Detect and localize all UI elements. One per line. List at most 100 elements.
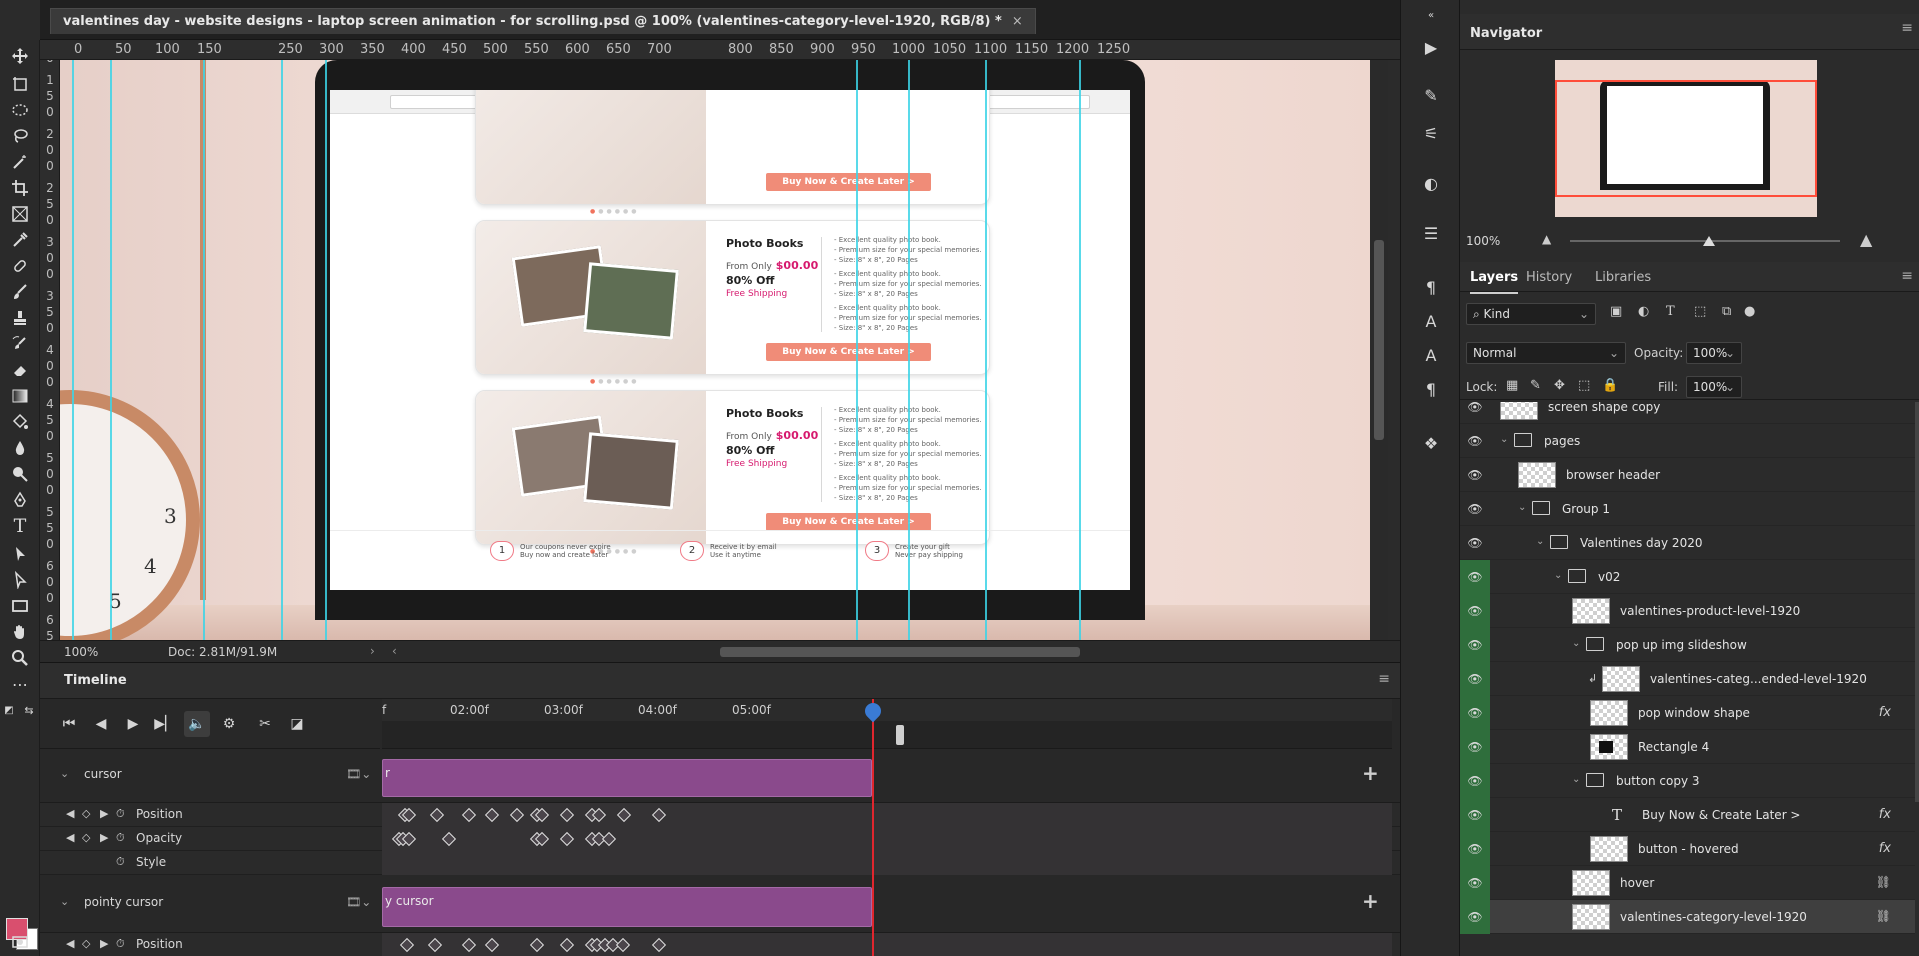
video-clip[interactable]: r xyxy=(382,759,872,797)
go-to-first-frame-icon[interactable]: ⏮ xyxy=(56,711,82,737)
filter-kind-select[interactable]: ⌕ Kind ⌄ xyxy=(1466,303,1596,325)
vertical-ruler[interactable]: 100150200250300350400450500550600650 xyxy=(40,60,60,640)
layer-row[interactable]: 👁 ↲ valentines-categ...ended-level-1920 xyxy=(1460,662,1915,696)
layer-name[interactable]: valentines-product-level-1920 xyxy=(1620,604,1800,618)
filter-smart-object-icon[interactable]: ⧉ xyxy=(1722,304,1731,319)
canvas-vertical-scrollbar[interactable] xyxy=(1370,60,1388,640)
expand-caret-icon[interactable]: ⌄ xyxy=(1518,502,1526,513)
brush-settings-icon[interactable]: ✎ xyxy=(1419,84,1443,108)
collapse-caret-icon[interactable]: ⌄ xyxy=(60,767,69,780)
tab-libraries[interactable]: Libraries xyxy=(1595,270,1651,285)
layer-row[interactable]: 👁 screen shape copy xyxy=(1460,402,1915,424)
zoom-in-icon[interactable]: ▲ xyxy=(1860,230,1872,249)
stopwatch-icon[interactable]: ⏱ xyxy=(116,807,125,821)
layer-thumbnail[interactable] xyxy=(1518,462,1556,488)
next-frame-icon[interactable]: ▶▏ xyxy=(152,711,178,737)
adjustments-icon[interactable]: ◐ xyxy=(1419,172,1443,196)
canvas-horizontal-scrollbar[interactable] xyxy=(720,647,1080,657)
path-selection-icon[interactable] xyxy=(8,542,32,566)
guide-line[interactable] xyxy=(281,60,283,640)
navigator-thumbnail[interactable] xyxy=(1555,60,1817,217)
layer-name[interactable]: Rectangle 4 xyxy=(1638,740,1709,754)
buy-now-button[interactable]: Buy Now & Create Later > xyxy=(766,343,931,361)
timeline-time-ruler[interactable]: f 02:00f 03:00f 04:00f 05:00f xyxy=(382,699,1392,721)
collapse-caret-icon[interactable]: ⌄ xyxy=(60,895,69,908)
guide-line[interactable] xyxy=(203,60,205,640)
keyframe[interactable] xyxy=(427,937,443,953)
layer-thumbnail[interactable] xyxy=(1572,870,1610,896)
layer-name[interactable]: v02 xyxy=(1598,570,1620,584)
visibility-eye-icon[interactable]: 👁 xyxy=(1460,492,1490,526)
expand-caret-icon[interactable]: ⌄ xyxy=(1572,774,1580,785)
layer-name[interactable]: valentines-categ...ended-level-1920 xyxy=(1650,672,1867,686)
keyframe-lane[interactable] xyxy=(382,827,1392,851)
previous-frame-icon[interactable]: ◀ xyxy=(88,711,114,737)
layer-name[interactable]: browser header xyxy=(1566,468,1660,482)
document-tab[interactable]: valentines day - website designs - lapto… xyxy=(50,8,1036,34)
guide-line[interactable] xyxy=(908,60,910,640)
film-strip-icon[interactable]: 🎞⌄ xyxy=(346,895,371,909)
guide-line[interactable] xyxy=(110,60,112,640)
type-tool-icon[interactable]: T xyxy=(8,514,32,538)
quick-mask-icon[interactable] xyxy=(8,930,32,954)
collapse-panels-icon[interactable]: « xyxy=(1419,4,1443,28)
blend-mode-select[interactable]: Normal ⌄ xyxy=(1466,342,1626,364)
visibility-eye-icon[interactable]: 👁 xyxy=(1460,696,1490,730)
layer-row[interactable]: 👁 ⌄ Group 1 xyxy=(1460,492,1915,526)
visibility-eye-icon[interactable]: 👁 xyxy=(1460,628,1490,662)
visibility-eye-icon[interactable]: 👁 xyxy=(1460,458,1490,492)
layer-name[interactable]: Buy Now & Create Later > xyxy=(1642,808,1801,822)
guide-line[interactable] xyxy=(1079,60,1081,640)
layer-thumbnail[interactable] xyxy=(1590,700,1628,726)
fill-input[interactable]: 100% ⌄ xyxy=(1686,376,1742,398)
frame-tool-icon[interactable] xyxy=(8,202,32,226)
add-keyframe-icon[interactable]: ◇ xyxy=(82,937,90,950)
keyframe[interactable] xyxy=(651,937,667,953)
layer-name[interactable]: hover xyxy=(1620,876,1654,890)
audio-toggle-icon[interactable]: 🔈 xyxy=(184,711,210,737)
marquee-tool-icon[interactable] xyxy=(8,98,32,122)
dodge-tool-icon[interactable] xyxy=(8,462,32,486)
layer-name[interactable]: pop window shape xyxy=(1638,706,1750,720)
paragraph-styles-icon[interactable]: ¶ xyxy=(1419,276,1443,300)
glyphs-icon[interactable]: A xyxy=(1419,344,1443,368)
eyedropper-icon[interactable] xyxy=(8,228,32,252)
transition-icon[interactable]: ◪ xyxy=(284,711,310,737)
stamp-tool-icon[interactable] xyxy=(8,306,32,330)
visibility-eye-icon[interactable]: 👁 xyxy=(1460,730,1490,764)
layer-row[interactable]: 👁 ⌄ pages xyxy=(1460,424,1915,458)
buy-now-button[interactable]: Buy Now & Create Later > xyxy=(766,173,931,191)
filter-shape-icon[interactable]: ⬚ xyxy=(1694,304,1706,319)
document-canvas[interactable]: 3 4 5 Buy Now & Create Later > ●●●●●● Ph… xyxy=(60,60,1370,640)
keyframe[interactable] xyxy=(441,831,457,847)
keyframe[interactable] xyxy=(484,807,500,823)
lock-transparent-icon[interactable]: ▦ xyxy=(1506,378,1518,393)
guide-line[interactable] xyxy=(325,60,327,640)
link-icon[interactable]: ⛓ xyxy=(1876,875,1891,889)
keyframe-lane[interactable] xyxy=(382,851,1392,875)
expand-caret-icon[interactable]: ⌄ xyxy=(1572,638,1580,649)
swap-colors-icon[interactable]: ⇆ xyxy=(22,698,36,722)
keyframe[interactable] xyxy=(616,807,632,823)
keyframe[interactable] xyxy=(461,937,477,953)
layer-row[interactable]: 👁 button - hovered fx xyxy=(1460,832,1915,866)
layer-thumbnail[interactable] xyxy=(1572,904,1610,930)
zoom-tool-icon[interactable] xyxy=(8,646,32,670)
keyframe[interactable] xyxy=(559,937,575,953)
panel-menu-icon[interactable]: ≡ xyxy=(1901,20,1913,36)
visibility-eye-icon[interactable]: 👁 xyxy=(1460,662,1490,696)
paint-bucket-icon[interactable] xyxy=(8,410,32,434)
guide-line[interactable] xyxy=(72,60,74,640)
keyframe[interactable] xyxy=(615,937,631,953)
status-arrow-icon[interactable]: › xyxy=(370,644,375,658)
timeline-track[interactable]: ⌄ pointy cursor 🎞⌄ y cursor + xyxy=(40,875,1400,933)
crop-tool-icon[interactable] xyxy=(8,176,32,200)
keyframe[interactable] xyxy=(399,937,415,953)
layer-row[interactable]: 👁 Rectangle 4 xyxy=(1460,730,1915,764)
buy-now-button[interactable]: Buy Now & Create Later > xyxy=(766,513,931,531)
visibility-eye-icon[interactable]: 👁 xyxy=(1460,560,1490,594)
rectangle-tool-icon[interactable] xyxy=(8,594,32,618)
layer-name[interactable]: valentines-category-level-1920 xyxy=(1620,910,1807,924)
paragraph-icon[interactable]: ¶ xyxy=(1419,378,1443,402)
healing-brush-icon[interactable] xyxy=(8,254,32,278)
